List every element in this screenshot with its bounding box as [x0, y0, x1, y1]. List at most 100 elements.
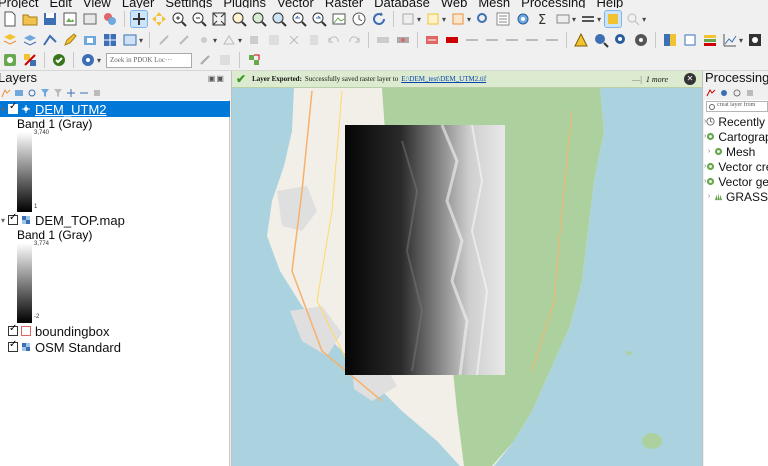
add-wms-icon[interactable] — [122, 32, 138, 48]
delete-selected-icon[interactable] — [246, 32, 262, 48]
zoom-native-icon[interactable] — [271, 11, 287, 27]
history-icon[interactable] — [732, 88, 742, 98]
copy-features-icon[interactable] — [286, 32, 302, 48]
open-project-icon[interactable] — [22, 11, 38, 27]
refresh-icon[interactable] — [371, 11, 387, 27]
pdok-locator-icon[interactable] — [80, 52, 96, 68]
zoom-out-icon[interactable] — [191, 11, 207, 27]
vertex-tool-icon[interactable] — [221, 32, 237, 48]
processing-item-vector-creation[interactable]: › Vector creation — [704, 159, 768, 174]
open-attribute-table-icon[interactable] — [475, 11, 491, 27]
zoom-next-icon[interactable] — [311, 11, 327, 27]
green-plugin-icon[interactable] — [2, 52, 18, 68]
zoom-in-icon[interactable] — [171, 11, 187, 27]
remove-layer-icon[interactable] — [92, 88, 102, 98]
change-label-icon[interactable] — [504, 32, 520, 48]
plugin-manager-icon[interactable] — [682, 32, 698, 48]
filter-legend-icon[interactable] — [40, 88, 50, 98]
reload-plugin-icon[interactable] — [51, 52, 67, 68]
show-hide-labels-icon[interactable] — [444, 32, 460, 48]
expander-icon[interactable]: ▾ — [0, 105, 6, 114]
layer-row-boundingbox[interactable]: boundingbox — [0, 323, 230, 339]
pan-to-selection-icon[interactable] — [151, 11, 167, 27]
save-project-icon[interactable] — [42, 11, 58, 27]
pencil-edit-icon[interactable] — [62, 32, 78, 48]
statistical-summary-icon[interactable]: Σ — [535, 11, 551, 27]
layer-row-osm-standard[interactable]: OSM Standard — [0, 339, 230, 355]
python-console-icon[interactable] — [662, 32, 678, 48]
close-message-icon[interactable]: ✕ — [684, 73, 696, 85]
add-layer-icon[interactable] — [22, 32, 38, 48]
select-features-icon[interactable] — [425, 11, 441, 27]
processing-item-recently-used[interactable]: › Recently used — [704, 114, 768, 129]
more-messages[interactable]: 1 more — [632, 75, 668, 84]
move-label-icon[interactable] — [464, 32, 480, 48]
pdok-search-input[interactable]: Zoek in PDOK Loc··· — [106, 52, 193, 68]
highlight-labels-icon[interactable] — [424, 32, 440, 48]
processing-item-grass[interactable]: › GRASS — [704, 189, 768, 204]
text-annotation-icon[interactable] — [555, 11, 571, 27]
style-manager-icon[interactable] — [102, 11, 118, 27]
zoom-to-layer-icon[interactable] — [251, 11, 267, 27]
processing-item-cartography[interactable]: › Cartography — [704, 129, 768, 144]
cut-features-icon[interactable] — [266, 32, 282, 48]
paste-features-icon[interactable] — [306, 32, 322, 48]
new-project-icon[interactable] — [2, 11, 18, 27]
panel-float-close-icon[interactable]: ▣▣ — [208, 74, 225, 83]
manage-visibility-icon[interactable] — [27, 88, 37, 98]
zoom-full-icon[interactable] — [211, 11, 227, 27]
layer-visibility-checkbox[interactable] — [8, 339, 18, 352]
map-canvas[interactable]: ✔ Layer Exported: Successfully saved ras… — [231, 71, 703, 466]
layout-manager-icon[interactable] — [82, 11, 98, 27]
show-map-tips-icon[interactable] — [580, 11, 596, 27]
new-map-view-icon[interactable] — [331, 11, 347, 27]
temporal-controller-icon[interactable] — [351, 11, 367, 27]
deselect-features-icon[interactable] — [450, 11, 466, 27]
layer-row-dem-utm2[interactable]: ▾ DEM_UTM2 — [0, 101, 230, 117]
layer-visibility-checkbox[interactable] — [8, 212, 18, 225]
layer-styling-icon[interactable] — [1, 88, 11, 98]
expand-all-icon[interactable] — [66, 88, 76, 98]
save-edits-icon[interactable] — [176, 32, 192, 48]
search-icon[interactable] — [625, 11, 641, 27]
measure-icon[interactable] — [495, 11, 511, 27]
qgis-search-icon[interactable] — [613, 32, 629, 48]
add-mesh-icon[interactable] — [102, 32, 118, 48]
filter-expression-icon[interactable] — [53, 88, 63, 98]
processing-item-vector-general[interactable]: › Vector general — [704, 174, 768, 189]
digitize-icon[interactable] — [196, 32, 212, 48]
zoom-to-selection-icon[interactable] — [231, 11, 247, 27]
clear-search-icon[interactable] — [197, 52, 213, 68]
multi-plugin-icon[interactable] — [22, 52, 38, 68]
new-print-layout-icon[interactable] — [62, 11, 78, 27]
add-raster-icon[interactable] — [82, 32, 98, 48]
qfieldsync-icon[interactable] — [246, 52, 262, 68]
processing-gear-icon[interactable] — [633, 32, 649, 48]
layer-row-dem-top[interactable]: ▾ DEM_TOP.map — [0, 212, 230, 228]
expand-arrow-icon[interactable]: › — [704, 148, 714, 155]
identify-features-icon[interactable] — [400, 11, 416, 27]
rotate-label-icon[interactable] — [484, 32, 500, 48]
atlas-icon[interactable] — [702, 32, 718, 48]
pdok-info-icon[interactable] — [217, 52, 233, 68]
processing-search-input[interactable]: creat layer from — [706, 101, 768, 112]
scripts-icon[interactable] — [719, 88, 729, 98]
expand-arrow-icon[interactable]: › — [704, 193, 714, 200]
zoom-last-icon[interactable] — [291, 11, 307, 27]
expander-icon[interactable]: ▾ — [0, 216, 6, 225]
layer-visibility-checkbox[interactable] — [8, 323, 18, 336]
triangle-warning-icon[interactable] — [573, 32, 589, 48]
callout-tool-icon[interactable] — [544, 32, 560, 48]
zoom-search-icon[interactable] — [593, 32, 609, 48]
qgis-cloud-icon[interactable] — [747, 32, 763, 48]
data-source-manager-icon[interactable] — [2, 32, 18, 48]
pin-labels-icon[interactable] — [395, 32, 411, 48]
processing-item-mesh[interactable]: › Mesh — [704, 144, 768, 159]
digitize-line-icon[interactable] — [42, 32, 58, 48]
models-icon[interactable] — [706, 88, 716, 98]
label-tool-icon[interactable] — [375, 32, 391, 48]
settings-gear-icon[interactable] — [515, 11, 531, 27]
toggle-editing-icon[interactable] — [156, 32, 172, 48]
export-path-link[interactable]: E:\DEM_test\DEM_UTM2.tif — [401, 75, 486, 83]
chart-icon[interactable] — [722, 32, 738, 48]
